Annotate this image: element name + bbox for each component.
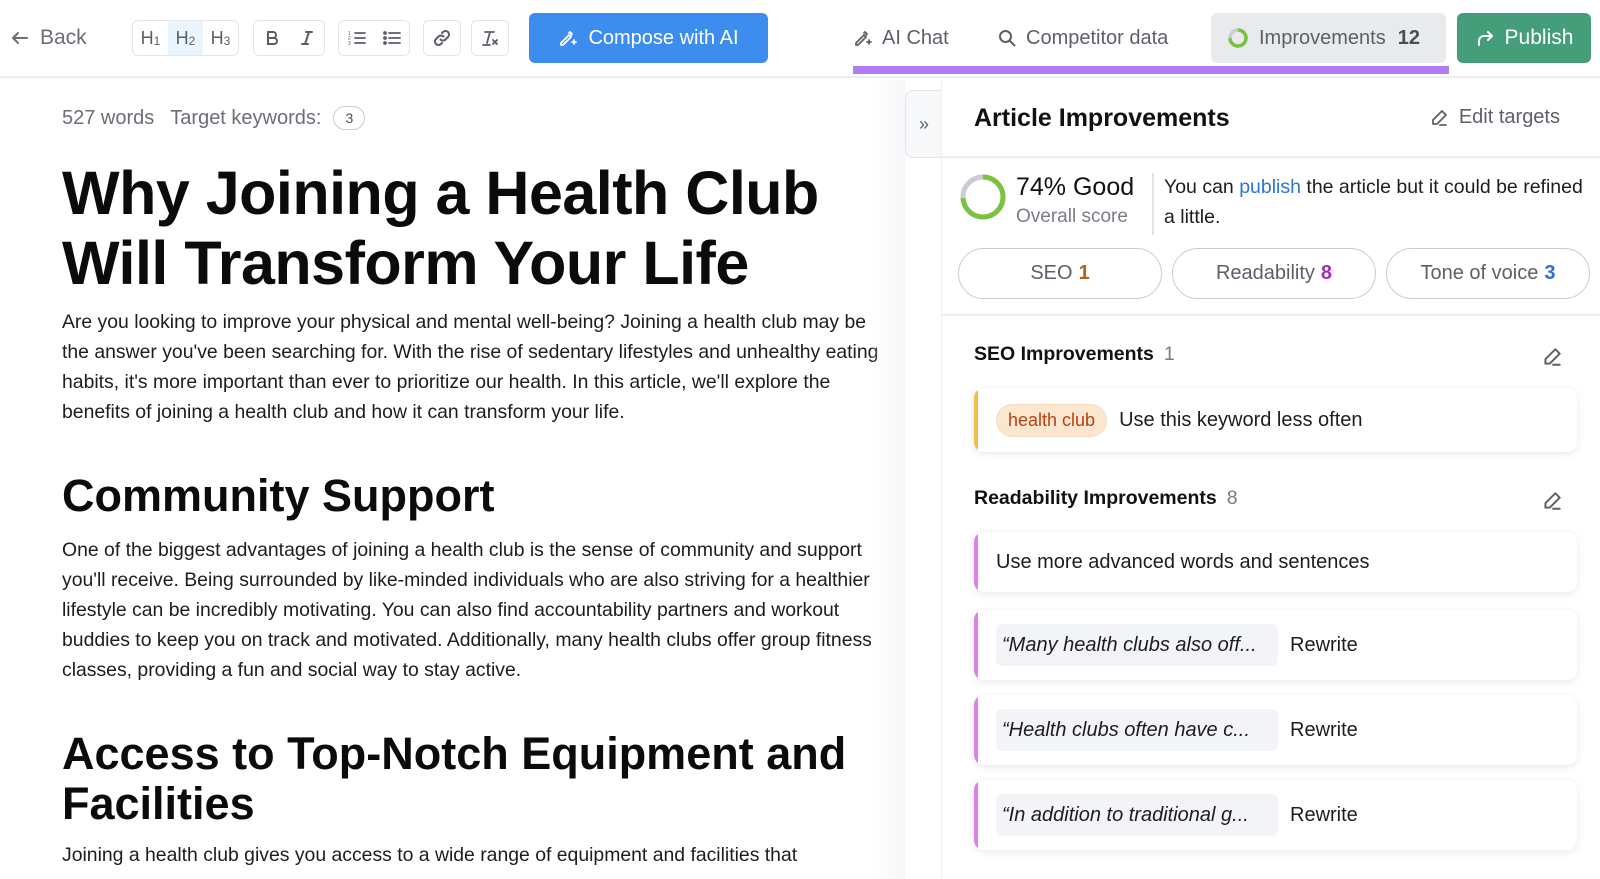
link-icon bbox=[433, 29, 450, 47]
list-button-group: 123 bbox=[338, 20, 410, 56]
heading-3-button[interactable]: H3 bbox=[203, 21, 238, 55]
rewrite-action[interactable]: Rewrite bbox=[1290, 634, 1358, 657]
article-meta: 527 words Target keywords: 3 bbox=[62, 106, 366, 130]
clear-format-icon bbox=[481, 31, 498, 46]
publish-label: Publish bbox=[1504, 26, 1574, 49]
vertical-divider bbox=[1152, 173, 1154, 235]
divider bbox=[942, 156, 1600, 158]
active-tab-underline bbox=[853, 66, 1449, 74]
bullet-list-icon bbox=[382, 31, 401, 45]
panel-shadow bbox=[870, 80, 905, 879]
seo-improvement-card[interactable]: health club Use this keyword less often bbox=[974, 388, 1577, 452]
seo-section-title: SEO Improvements 1 bbox=[974, 343, 1175, 365]
tab-improvements-label: Improvements bbox=[1259, 26, 1386, 49]
score-ring-icon bbox=[1228, 28, 1248, 48]
readability-count: 8 bbox=[1226, 487, 1238, 509]
clear-format-group bbox=[471, 20, 509, 56]
panel-title: Article Improvements bbox=[974, 104, 1230, 132]
target-keywords-badge[interactable]: 3 bbox=[333, 106, 366, 130]
overall-score: 74% Good Overall score bbox=[1016, 172, 1134, 232]
tab-improvements[interactable]: Improvements 12 bbox=[1211, 13, 1446, 63]
heading-1-button[interactable]: H1 bbox=[133, 21, 168, 55]
improvement-text: Use this keyword less often bbox=[1119, 408, 1363, 431]
category-filters: SEO 1 Readability 8 Tone of voice 3 bbox=[958, 248, 1590, 299]
rewrite-action[interactable]: Rewrite bbox=[1290, 719, 1358, 742]
rewrite-card[interactable]: “In addition to traditional g... Rewrite bbox=[974, 780, 1577, 850]
edit-targets-button[interactable]: Edit targets bbox=[1429, 106, 1560, 129]
readability-section-title: Readability Improvements 8 bbox=[974, 487, 1238, 509]
target-keywords-label: Target keywords: bbox=[170, 106, 322, 129]
improvement-text: Use more advanced words and sentences bbox=[996, 550, 1370, 573]
tab-ai-chat-label: AI Chat bbox=[882, 26, 949, 49]
edit-targets-label: Edit targets bbox=[1458, 106, 1560, 128]
heading-button-group: H1 H2 H3 bbox=[132, 20, 239, 56]
rewrite-action[interactable]: Rewrite bbox=[1290, 804, 1358, 827]
article-editor[interactable]: 527 words Target keywords: 3 Why Joining… bbox=[0, 80, 905, 879]
score-percent: 74% Good bbox=[1016, 173, 1135, 201]
magic-wand-icon bbox=[560, 31, 578, 46]
pencil-icon[interactable] bbox=[1541, 346, 1563, 368]
publish-button[interactable]: Publish bbox=[1457, 13, 1591, 63]
tab-competitor-label: Competitor data bbox=[1026, 26, 1169, 49]
heading-2-button[interactable]: H2 bbox=[168, 21, 203, 55]
quote-snippet: “Many health clubs also off... bbox=[996, 624, 1278, 666]
link-button[interactable] bbox=[424, 21, 459, 55]
compose-label: Compose with AI bbox=[588, 26, 739, 49]
arrow-left-icon bbox=[12, 32, 28, 44]
section-heading[interactable]: Community Support bbox=[62, 471, 902, 521]
improvements-list: SEO Improvements 1 health club Use this … bbox=[942, 316, 1600, 879]
rewrite-card[interactable]: “Health clubs often have c... Rewrite bbox=[974, 695, 1577, 765]
italic-icon bbox=[300, 31, 313, 45]
back-label: Back bbox=[40, 26, 87, 49]
quote-snippet: “In addition to traditional g... bbox=[996, 794, 1278, 836]
intro-paragraph[interactable]: Are you looking to improve your physical… bbox=[62, 307, 897, 427]
compose-with-ai-button[interactable]: Compose with AI bbox=[529, 13, 768, 63]
section-heading[interactable]: Access to Top-Notch Equipment and Facili… bbox=[62, 729, 902, 829]
filter-seo[interactable]: SEO 1 bbox=[958, 248, 1162, 299]
section-paragraph[interactable]: One of the biggest advantages of joining… bbox=[62, 535, 897, 685]
bold-button[interactable] bbox=[254, 21, 289, 55]
bold-icon bbox=[266, 31, 278, 45]
keyword-pill: health club bbox=[996, 403, 1108, 437]
pencil-icon bbox=[1431, 109, 1447, 126]
format-button-group bbox=[253, 20, 325, 56]
improvements-panel: Article Improvements Edit targets 74% Go… bbox=[941, 80, 1600, 879]
bullet-list-button[interactable] bbox=[374, 21, 409, 55]
svg-text:3: 3 bbox=[348, 41, 351, 47]
section-paragraph[interactable]: Joining a health club gives you access t… bbox=[62, 840, 897, 870]
tab-ai-chat[interactable]: AI Chat bbox=[853, 18, 949, 58]
search-icon bbox=[999, 30, 1016, 47]
rewrite-card[interactable]: “Many health clubs also off... Rewrite bbox=[974, 610, 1577, 680]
filter-readability[interactable]: Readability 8 bbox=[1172, 248, 1376, 299]
tab-competitor-data[interactable]: Competitor data bbox=[997, 18, 1168, 58]
filter-tone-of-voice[interactable]: Tone of voice 3 bbox=[1386, 248, 1590, 299]
clear-format-button[interactable] bbox=[472, 21, 507, 55]
share-arrow-icon bbox=[1477, 31, 1493, 46]
quote-snippet: “Health clubs often have c... bbox=[996, 709, 1278, 751]
top-toolbar: Back H1 H2 H3 123 Compose with AI AI Cha… bbox=[0, 0, 1600, 78]
article-title[interactable]: Why Joining a Health Club Will Transform… bbox=[62, 158, 882, 298]
italic-button[interactable] bbox=[289, 21, 324, 55]
pencil-icon[interactable] bbox=[1541, 490, 1563, 512]
readability-improvement-card[interactable]: Use more advanced words and sentences bbox=[974, 532, 1577, 592]
word-count: 527 words bbox=[62, 106, 155, 129]
ordered-list-icon: 123 bbox=[348, 31, 366, 47]
ordered-list-button[interactable]: 123 bbox=[339, 21, 374, 55]
seo-count: 1 bbox=[1163, 343, 1175, 365]
score-ring bbox=[960, 174, 1006, 220]
back-button[interactable]: Back bbox=[10, 22, 87, 54]
score-message: You can publish the article but it could… bbox=[1164, 176, 1583, 228]
tab-improvements-count: 12 bbox=[1397, 26, 1420, 49]
score-label: Overall score bbox=[1016, 206, 1128, 227]
magic-wand-icon bbox=[855, 31, 872, 46]
link-button-group bbox=[423, 20, 461, 56]
publish-link[interactable]: publish bbox=[1239, 176, 1301, 198]
collapse-panel-button[interactable]: » bbox=[905, 90, 942, 158]
double-chevron-right-icon: » bbox=[918, 113, 929, 134]
